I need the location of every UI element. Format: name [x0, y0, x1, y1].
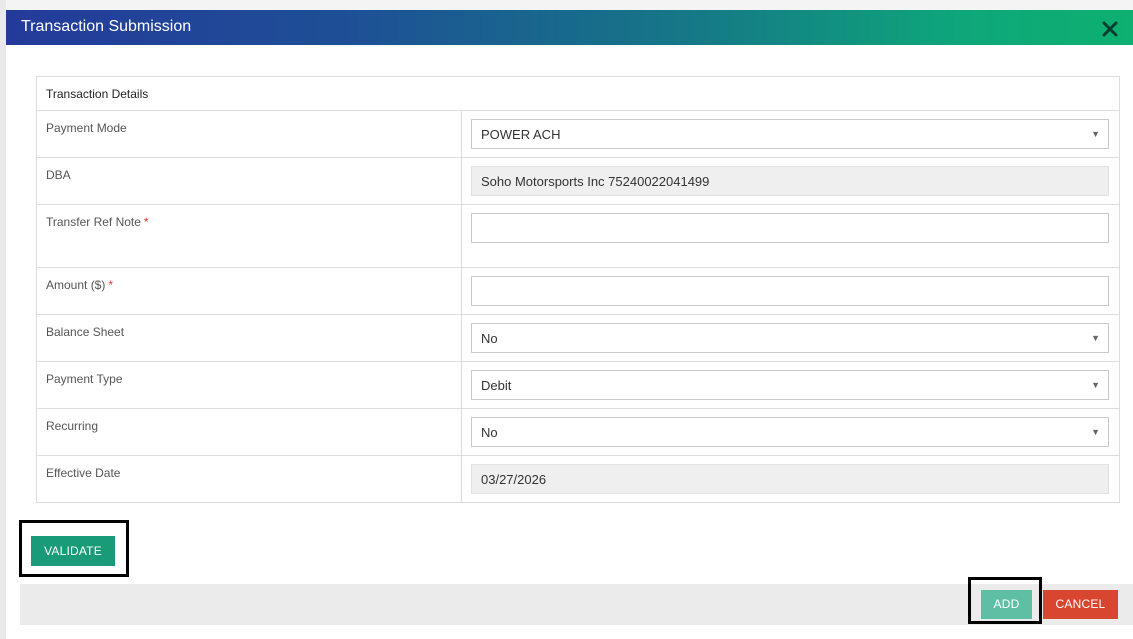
transfer-ref-note-label-text: Transfer Ref Note	[46, 215, 141, 229]
balance-sheet-value: No	[481, 331, 498, 346]
section-header-row: Transaction Details	[37, 77, 1119, 111]
payment-mode-label: Payment Mode	[46, 121, 127, 135]
payment-mode-row: Payment Mode POWER ACH ▼	[37, 111, 1119, 158]
recurring-label: Recurring	[46, 419, 99, 433]
transfer-ref-note-input[interactable]	[471, 213, 1109, 243]
balance-sheet-select[interactable]: No ▼	[471, 323, 1109, 353]
balance-sheet-label: Balance Sheet	[46, 325, 125, 339]
payment-type-value: Debit	[481, 378, 512, 393]
label-cell: DBA	[37, 158, 462, 204]
recurring-select[interactable]: No ▼	[471, 417, 1109, 447]
payment-type-label: Payment Type	[46, 372, 123, 386]
balance-sheet-row: Balance Sheet No ▼	[37, 315, 1119, 362]
validate-button[interactable]: VALIDATE	[31, 536, 115, 566]
modal-header: Transaction Submission	[6, 10, 1133, 45]
payment-mode-value: POWER ACH	[481, 127, 561, 142]
label-cell: Payment Type	[37, 362, 462, 408]
chevron-down-icon: ▼	[1091, 333, 1100, 343]
label-cell: Transfer Ref Note *	[37, 205, 462, 267]
payment-mode-select[interactable]: POWER ACH ▼	[471, 119, 1109, 149]
cancel-button[interactable]: CANCEL	[1043, 590, 1118, 619]
effective-date-row: Effective Date 03/27/2026	[37, 456, 1119, 503]
amount-row: Amount ($) *	[37, 268, 1119, 315]
dba-field: Soho Motorsports Inc 75240022041499	[471, 166, 1109, 196]
dba-row: DBA Soho Motorsports Inc 75240022041499	[37, 158, 1119, 205]
transaction-submission-modal: Transaction Submission Transaction Detai…	[6, 10, 1133, 639]
required-marker: *	[108, 278, 114, 292]
label-cell: Balance Sheet	[37, 315, 462, 361]
amount-input[interactable]	[471, 276, 1109, 306]
effective-date-value: 03/27/2026	[481, 472, 547, 487]
required-marker: *	[143, 215, 149, 229]
transaction-details-table: Transaction Details Payment Mode POWER A…	[36, 76, 1120, 503]
label-cell: Recurring	[37, 409, 462, 455]
transfer-ref-note-row: Transfer Ref Note *	[37, 205, 1119, 268]
label-cell: Amount ($) *	[37, 268, 462, 314]
label-cell: Payment Mode	[37, 111, 462, 157]
amount-label: Amount ($) *	[46, 278, 113, 292]
payment-type-select[interactable]: Debit ▼	[471, 370, 1109, 400]
close-x-icon[interactable]	[1101, 20, 1119, 38]
modal-title: Transaction Submission	[21, 18, 192, 35]
chevron-down-icon: ▼	[1091, 129, 1100, 139]
dba-value: Soho Motorsports Inc 75240022041499	[481, 174, 710, 189]
effective-date-label: Effective Date	[46, 466, 121, 480]
amount-label-text: Amount ($)	[46, 278, 106, 292]
add-button[interactable]: ADD	[981, 590, 1032, 619]
dba-label: DBA	[46, 168, 71, 182]
modal-footer	[20, 584, 1133, 625]
effective-date-field: 03/27/2026	[471, 464, 1109, 494]
recurring-value: No	[481, 425, 498, 440]
recurring-row: Recurring No ▼	[37, 409, 1119, 456]
label-cell: Effective Date	[37, 456, 462, 502]
section-title: Transaction Details	[46, 87, 149, 101]
chevron-down-icon: ▼	[1091, 380, 1100, 390]
payment-type-row: Payment Type Debit ▼	[37, 362, 1119, 409]
transfer-ref-note-label: Transfer Ref Note *	[46, 215, 149, 229]
chevron-down-icon: ▼	[1091, 427, 1100, 437]
